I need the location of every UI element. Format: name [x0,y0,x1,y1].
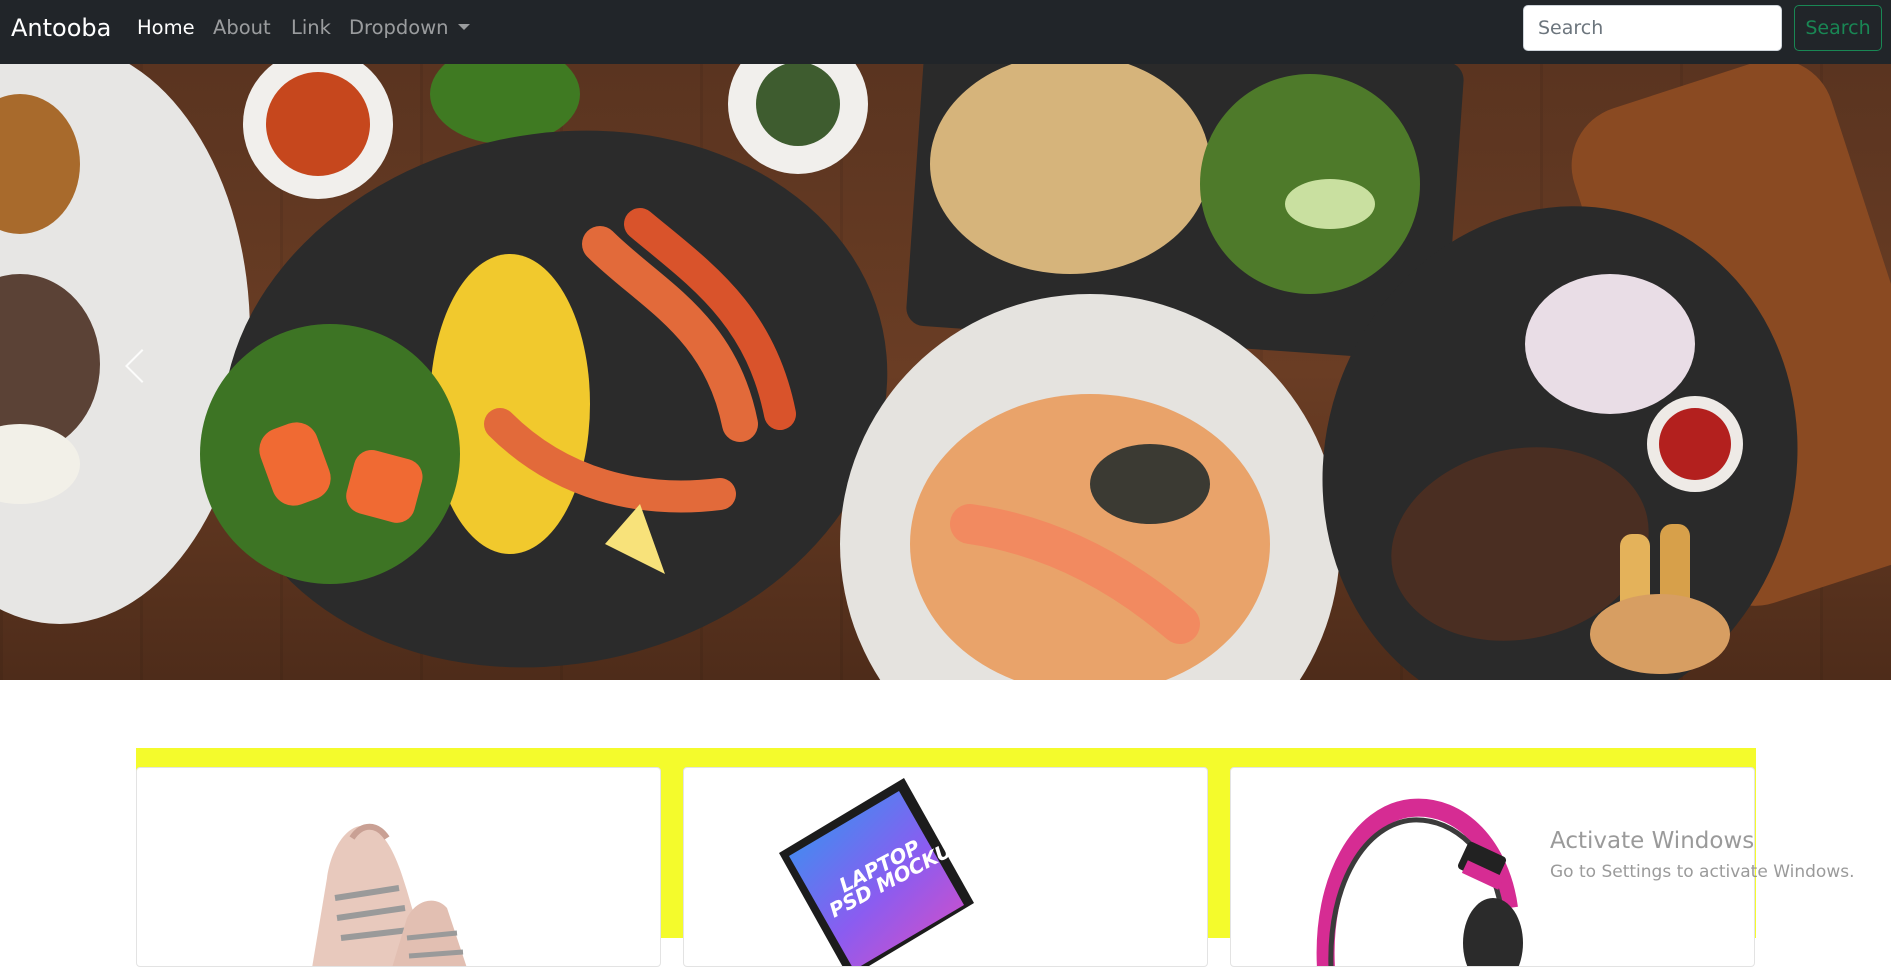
carousel-next-button[interactable] [1607,64,1891,680]
top-navbar: Antooba Home About Link Dropdown Search [0,0,1891,64]
sneakers-image [312,823,467,966]
nav-link-link[interactable]: Link [291,15,331,41]
nav-dropdown-label: Dropdown [349,16,449,39]
activation-watermark-title: Activate Windows [1550,828,1755,854]
carousel-prev-button[interactable] [0,64,284,680]
laptop-image: LAPTOP PSD MOCKUP [779,778,974,966]
product-card-laptop[interactable]: LAPTOP PSD MOCKUP [683,767,1208,967]
nav-link-home[interactable]: Home [137,15,195,41]
caret-down-icon [457,24,470,30]
product-card-sneakers[interactable] [136,767,661,967]
nav-link-about[interactable]: About [213,15,271,41]
nav-dropdown-toggle[interactable]: Dropdown [349,15,470,41]
hero-carousel [0,64,1891,680]
chevron-left-icon [125,349,159,383]
product-cards-section: LAPTOP PSD MOCKUP [136,748,1756,967]
search-button[interactable]: Search [1794,5,1882,51]
activation-watermark-subtitle: Go to Settings to activate Windows. [1550,862,1855,882]
brand-logo[interactable]: Antooba [11,13,111,43]
search-input[interactable] [1523,5,1782,51]
